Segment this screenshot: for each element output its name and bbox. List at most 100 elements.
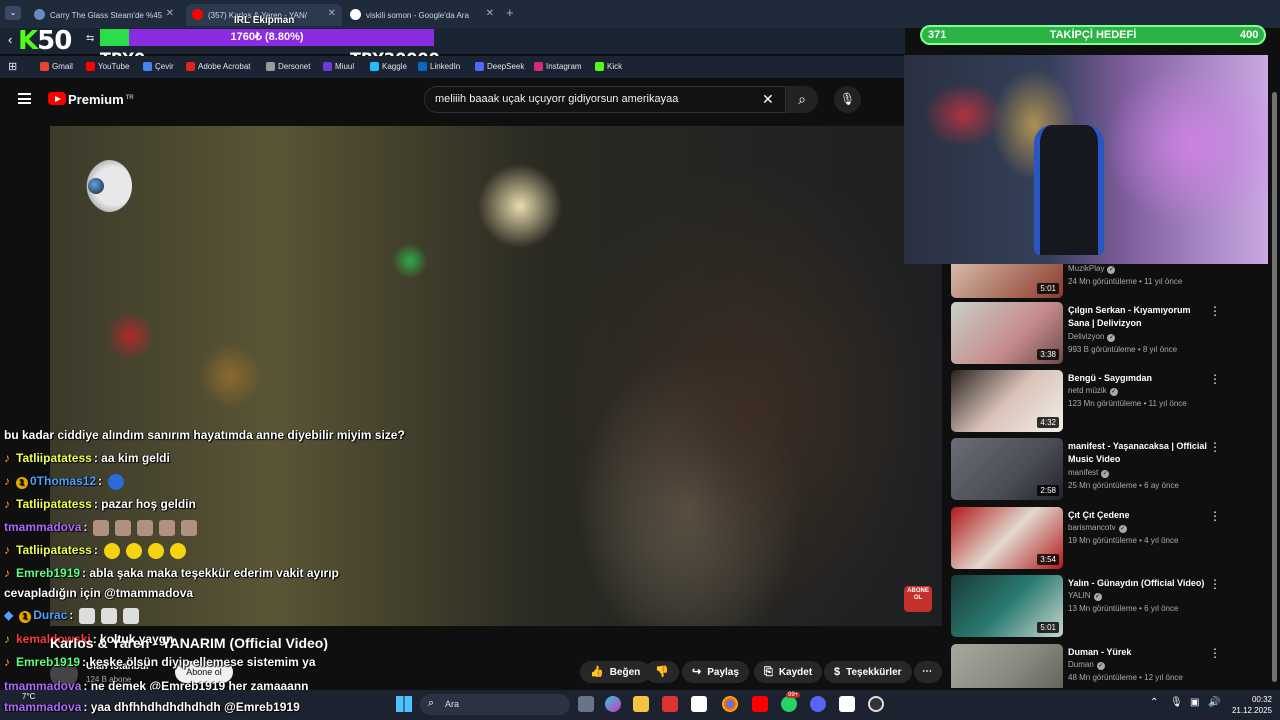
recommendation-channel[interactable]: manifest ✓ bbox=[1068, 468, 1110, 478]
close-icon[interactable]: ✕ bbox=[328, 8, 336, 19]
arrow-icon: ◆ bbox=[4, 608, 14, 623]
chat-message: tmammadova: yaa dhfhhdhdhdhdhdh @Emreb19… bbox=[4, 700, 300, 714]
recommendation-item[interactable]: 2:58 manifest - Yaşanacaksa | Official M… bbox=[951, 438, 1231, 500]
file-explorer-icon[interactable] bbox=[633, 696, 649, 712]
bookmark-dersonet[interactable]: Dersonet bbox=[266, 62, 310, 71]
search-button[interactable]: ⌕ bbox=[786, 86, 818, 113]
recommendation-channel[interactable]: MuzikPlay ✓ bbox=[1068, 264, 1116, 274]
bookmark-instagram[interactable]: Instagram bbox=[534, 62, 582, 71]
more-options-icon[interactable]: ⋮ bbox=[1209, 646, 1221, 660]
recommendation-title[interactable]: Yalın - Günaydın (Official Video) bbox=[1068, 577, 1208, 590]
verified-icon: ✓ bbox=[1118, 525, 1127, 533]
more-options-icon[interactable]: ⋮ bbox=[1209, 440, 1221, 454]
bookmark-linkedin[interactable]: LinkedIn bbox=[418, 62, 460, 71]
more-options-icon[interactable]: ⋮ bbox=[1209, 304, 1221, 318]
recommendation-thumbnail[interactable] bbox=[951, 644, 1063, 688]
youtube-app-icon[interactable] bbox=[752, 696, 768, 712]
bookmark-icon: ⎘ bbox=[764, 666, 773, 678]
recommendation-title[interactable]: Bengü - Saygımdan bbox=[1068, 372, 1208, 385]
youtube-logo-icon[interactable] bbox=[48, 92, 66, 105]
tray-overflow-icon[interactable]: ⌃ bbox=[1150, 697, 1158, 708]
bookmark-translate[interactable]: Çevir bbox=[143, 62, 174, 71]
volume-icon[interactable]: 🔊 bbox=[1208, 697, 1220, 708]
recommendation-title[interactable]: Duman - Yürek bbox=[1068, 646, 1208, 659]
save-button[interactable]: ⎘ Kaydet bbox=[754, 661, 823, 683]
windows-start-icon[interactable] bbox=[396, 696, 412, 712]
emote-icon bbox=[169, 543, 186, 559]
more-options-icon[interactable]: ⋮ bbox=[1209, 509, 1221, 523]
obs-icon[interactable] bbox=[868, 696, 884, 712]
thanks-button[interactable]: $ Teşekkürler bbox=[824, 661, 912, 683]
more-options-icon[interactable]: ⋮ bbox=[1209, 577, 1221, 591]
share-button[interactable]: ↪ Paylaş bbox=[682, 661, 749, 683]
app-icon[interactable] bbox=[839, 696, 855, 712]
search-input[interactable]: meliiih baaak uçak uçuyorr gidiyorsun am… bbox=[424, 86, 786, 113]
recommendation-title[interactable]: Çılgın Serkan - Kıyamıyorum Sana | Deliv… bbox=[1068, 304, 1208, 330]
bookmark-gmail[interactable]: Gmail bbox=[40, 62, 73, 71]
recommendation-thumbnail[interactable]: 3:38 bbox=[951, 302, 1063, 364]
close-icon[interactable]: ✕ bbox=[486, 8, 494, 19]
bookmark-youtube[interactable]: YouTube bbox=[86, 62, 129, 71]
bookmarks-bar: ⊞ Gmail YouTube Çevir Adobe Acrobat Ders… bbox=[0, 56, 905, 78]
tab-list-button[interactable]: ⌄ bbox=[5, 6, 21, 20]
microphone-button[interactable]: 🎙 bbox=[834, 86, 861, 113]
recommendation-thumbnail[interactable]: 4:32 bbox=[951, 370, 1063, 432]
recommendation-title[interactable]: manifest - Yaşanacaksa | Official Music … bbox=[1068, 440, 1208, 466]
taskbar-search[interactable]: Ara bbox=[420, 694, 570, 715]
bookmark-kaggle[interactable]: Kaggle bbox=[370, 62, 407, 71]
recommendation-item[interactable]: Duman - Yürek Duman ✓ 48 Mn görüntüleme •… bbox=[951, 644, 1231, 688]
bookmark-kick[interactable]: Kick bbox=[595, 62, 622, 71]
menu-icon[interactable] bbox=[18, 93, 31, 104]
emote-icon bbox=[115, 520, 132, 536]
tab-google[interactable]: viskili somon - Google'da Ara ✕ bbox=[344, 4, 500, 26]
copilot-icon[interactable] bbox=[605, 696, 621, 712]
recommendation-item[interactable]: 5:01 Yalın - Günaydın (Official Video) Y… bbox=[951, 575, 1231, 637]
store-icon[interactable] bbox=[691, 696, 707, 712]
tab-label: Carry The Glass Steam'de %45 bbox=[50, 10, 163, 20]
bookmark-miuul[interactable]: Miuul bbox=[323, 62, 354, 71]
thumbs-down-icon: 👎 bbox=[655, 666, 669, 678]
donation-progress-text: 1760₺ (8.80%) bbox=[230, 31, 304, 43]
apps-icon[interactable]: ⊞ bbox=[8, 60, 17, 73]
recommendation-thumbnail[interactable]: 3:54 bbox=[951, 507, 1063, 569]
recommendation-channel[interactable]: YALIN ✓ bbox=[1068, 591, 1102, 601]
close-icon[interactable]: ✕ bbox=[166, 8, 174, 19]
chrome-icon[interactable] bbox=[722, 696, 738, 712]
back-icon[interactable]: ‹ bbox=[8, 32, 12, 47]
recommendation-channel[interactable]: Delivizyon ✓ bbox=[1068, 332, 1116, 342]
recommendation-thumbnail[interactable]: 5:01 bbox=[951, 575, 1063, 637]
subscribe-watermark[interactable]: ABONE OL bbox=[904, 586, 932, 612]
more-actions-button[interactable]: ⋯ bbox=[914, 661, 942, 683]
whatsapp-icon[interactable] bbox=[781, 696, 797, 712]
recommendation-thumbnail[interactable]: 2:58 bbox=[951, 438, 1063, 500]
bookmark-acrobat[interactable]: Adobe Acrobat bbox=[186, 62, 250, 71]
like-button[interactable]: 👍 Beğen bbox=[580, 661, 651, 683]
recommendation-meta: 123 Mn görüntüleme • 11 yıl önce bbox=[1068, 399, 1187, 408]
emote-icon bbox=[93, 520, 110, 536]
recommendation-item[interactable]: 4:32 Bengü - Saygımdan netd müzik ✓ 123 M… bbox=[951, 370, 1231, 432]
recommendation-channel[interactable]: Duman ✓ bbox=[1068, 660, 1105, 670]
taskbar-clock[interactable]: 00:32 21.12.2025 bbox=[1228, 694, 1272, 716]
recommendation-item[interactable]: 3:54 Çıt Çıt Çedene barismancotv ✓ 19 Mn … bbox=[951, 507, 1231, 569]
recommendation-channel[interactable]: netd müzik ✓ bbox=[1068, 386, 1118, 396]
youtube-premium-logo[interactable]: Premium TR bbox=[68, 92, 134, 107]
reload-icon[interactable]: ⇆ bbox=[86, 33, 94, 44]
recommendation-item[interactable]: 3:38 Çılgın Serkan - Kıyamıyorum Sana | … bbox=[951, 302, 1231, 364]
dislike-button[interactable]: 👎 bbox=[645, 661, 679, 683]
network-icon[interactable]: ▣ bbox=[1190, 697, 1199, 708]
chat-message: ♪ Tatliipatatess: bbox=[4, 543, 186, 559]
app-icon[interactable] bbox=[662, 696, 678, 712]
recommendation-channel[interactable]: barismancotv ✓ bbox=[1068, 523, 1127, 533]
discord-icon[interactable] bbox=[810, 696, 826, 712]
more-options-icon[interactable]: ⋮ bbox=[1209, 372, 1221, 386]
bookmark-deepseek[interactable]: DeepSeek bbox=[475, 62, 524, 71]
new-tab-button[interactable]: + bbox=[506, 5, 514, 20]
verified-icon: ✓ bbox=[1109, 388, 1118, 396]
clear-icon[interactable]: ✕ bbox=[762, 91, 774, 108]
task-view-icon[interactable] bbox=[578, 696, 594, 712]
more-icon: ⋯ bbox=[922, 666, 932, 677]
microphone-icon[interactable]: 🎙 bbox=[1170, 697, 1183, 708]
recommendation-title[interactable]: Çıt Çıt Çedene bbox=[1068, 509, 1208, 522]
tab-steam[interactable]: Carry The Glass Steam'de %45 ✕ bbox=[28, 4, 180, 26]
scrollbar-thumb[interactable] bbox=[1272, 92, 1277, 682]
